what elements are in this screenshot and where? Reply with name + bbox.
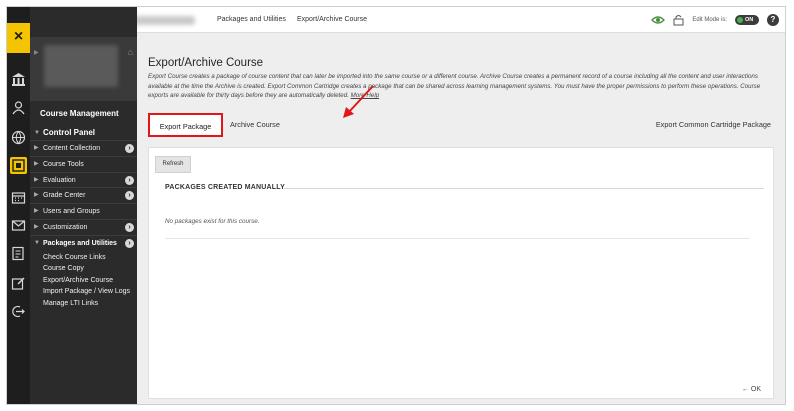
breadcrumb-export-archive[interactable]: Export/Archive Course: [297, 7, 367, 33]
student-preview-icon[interactable]: [651, 15, 666, 25]
edit-mode-state: ON: [745, 17, 754, 23]
tab-export-package[interactable]: Export Package: [148, 113, 223, 137]
go-arrow-icon[interactable]: ›: [125, 238, 134, 248]
go-arrow-icon[interactable]: ›: [125, 175, 134, 185]
edit-mode-label: Edit Mode is:: [692, 17, 727, 23]
course-title-blurred: [44, 45, 118, 87]
course-menu: ▶ ⌂ Course Management ▼ Control Panel ▶ Co…: [30, 7, 137, 404]
expand-caret-icon[interactable]: ▶: [34, 49, 39, 56]
edit-icon[interactable]: [10, 275, 27, 292]
sidebar-item-customization[interactable]: ▶ Customization ›: [30, 220, 137, 236]
go-arrow-icon[interactable]: ›: [125, 191, 134, 201]
page-title: Export/Archive Course: [148, 57, 264, 69]
close-menu-button[interactable]: ×: [7, 23, 30, 53]
sidebar-item-grade-center[interactable]: ▶ Grade Center ›: [30, 188, 137, 205]
chevron-right-icon: ▶: [34, 192, 39, 199]
refresh-button[interactable]: Refresh: [155, 156, 191, 173]
chevron-down-icon: ▼: [34, 240, 40, 247]
chevron-right-icon: ▶: [34, 144, 39, 151]
signout-icon[interactable]: [10, 303, 27, 320]
course-management: Course Management ▼ Control Panel ▶ Conten…: [30, 107, 137, 309]
chevron-right-icon: ▶: [34, 176, 39, 183]
grades-icon[interactable]: [10, 245, 27, 262]
page-description: Export Course creates a package of cours…: [148, 73, 761, 99]
home-icon[interactable]: ⌂: [128, 47, 133, 57]
top-bar: Packages and Utilities Export/Archive Co…: [30, 7, 785, 33]
chevron-right-icon: ▶: [34, 223, 39, 230]
sidebar-item-packages-utilities[interactable]: ▼ Packages and Utilities ›: [30, 236, 137, 252]
chevron-right-icon: ▶: [34, 208, 39, 215]
go-arrow-icon[interactable]: ›: [125, 222, 134, 232]
user-icon[interactable]: [10, 99, 27, 116]
sidebar-subitem-course-copy[interactable]: Course Copy: [30, 263, 137, 275]
ok-button[interactable]: ← OK: [742, 386, 761, 393]
mail-icon[interactable]: [10, 217, 27, 234]
edit-mode-toggle[interactable]: ON: [735, 15, 759, 25]
packages-panel: Refresh PACKAGES CREATED MANUALLY No pac…: [148, 147, 774, 399]
sidebar-subitem-check-links[interactable]: Check Course Links: [30, 252, 137, 264]
breadcrumb-packages-utilities[interactable]: Packages and Utilities: [217, 7, 286, 33]
institution-icon[interactable]: [10, 71, 27, 88]
tab-archive-course[interactable]: Archive Course: [230, 113, 280, 137]
main-content: Export/Archive Course Export Course crea…: [137, 33, 785, 404]
chevron-down-icon: ▼: [34, 129, 40, 136]
course-menu-header: ▶ ⌂: [30, 37, 137, 101]
lock-icon[interactable]: [673, 14, 684, 26]
sidebar-item-content-collection[interactable]: ▶ Content Collection ›: [30, 141, 137, 157]
courses-icon[interactable]: [10, 157, 27, 174]
chevron-right-icon: ▶: [34, 160, 39, 167]
divider: [165, 238, 750, 239]
sidebar-item-course-tools[interactable]: ▶ Course Tools: [30, 157, 137, 173]
control-panel-header[interactable]: ▼ Control Panel: [30, 125, 137, 141]
sidebar-subitem-export-archive[interactable]: Export/Archive Course: [30, 275, 137, 287]
go-arrow-icon[interactable]: ›: [125, 144, 134, 153]
empty-message: No packages exist for this course.: [165, 218, 260, 225]
sidebar-item-users-groups[interactable]: ▶ Users and Groups: [30, 204, 137, 220]
sidebar-subitem-manage-lti[interactable]: Manage LTI Links: [30, 298, 137, 310]
calendar-icon[interactable]: [10, 189, 27, 206]
globe-icon[interactable]: [10, 129, 27, 146]
arrow-left-icon: ←: [741, 386, 749, 393]
help-icon[interactable]: ?: [767, 14, 779, 26]
tab-export-common-cartridge[interactable]: Export Common Cartridge Package: [656, 113, 771, 137]
top-right-controls: Edit Mode is: ON ?: [651, 12, 779, 28]
sidebar-subitem-import-package[interactable]: Import Package / View Logs: [30, 286, 137, 298]
sidebar-item-evaluation[interactable]: ▶ Evaluation ›: [30, 173, 137, 189]
nav-rail: ×: [7, 7, 30, 404]
course-management-heading: Course Management: [40, 109, 119, 118]
section-divider: [284, 188, 764, 189]
tab-bar: Export Package Archive Course Export Com…: [137, 113, 785, 137]
app-window: Packages and Utilities Export/Archive Co…: [6, 6, 786, 405]
section-title: PACKAGES CREATED MANUALLY: [165, 184, 285, 191]
